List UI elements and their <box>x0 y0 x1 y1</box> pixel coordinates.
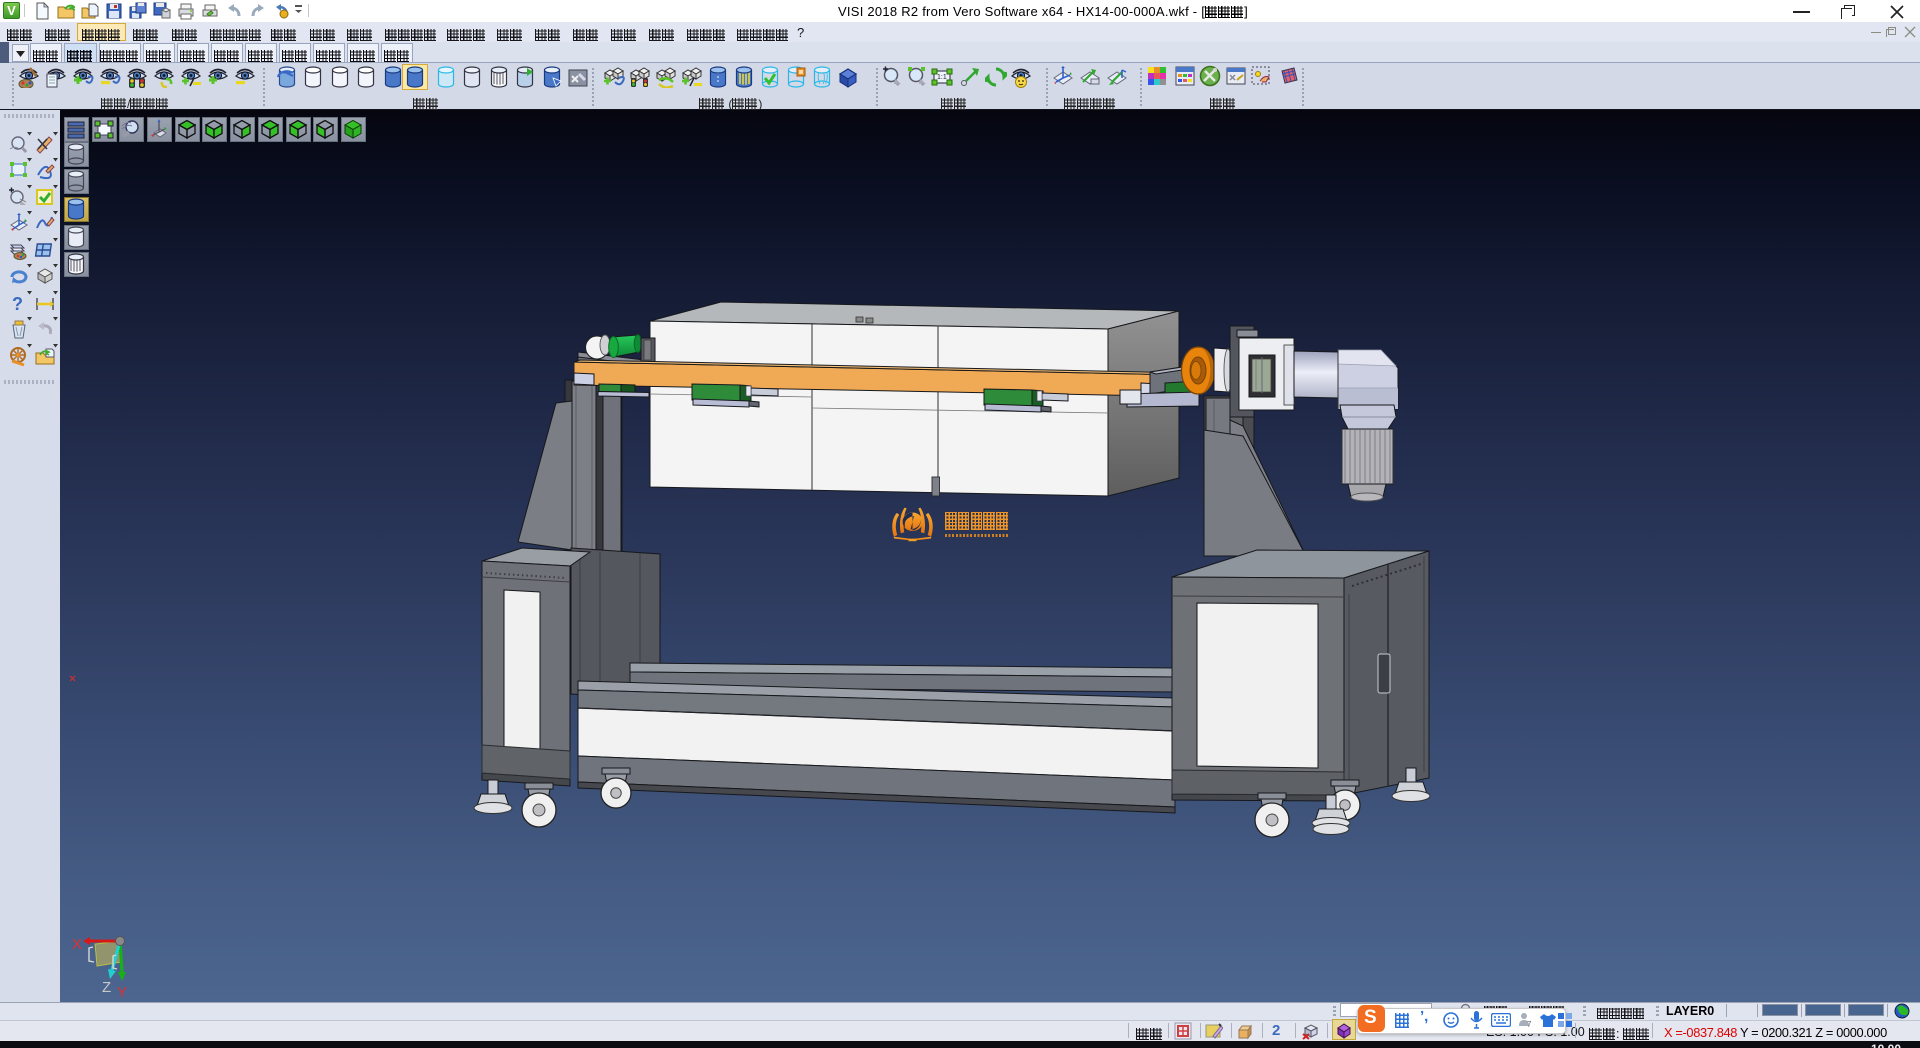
svg-text:7: 7 <box>1527 1020 1532 1029</box>
svg-text:Y: Y <box>117 984 127 1001</box>
svg-text:Z: Z <box>102 979 111 996</box>
svg-text:X: X <box>72 936 82 953</box>
